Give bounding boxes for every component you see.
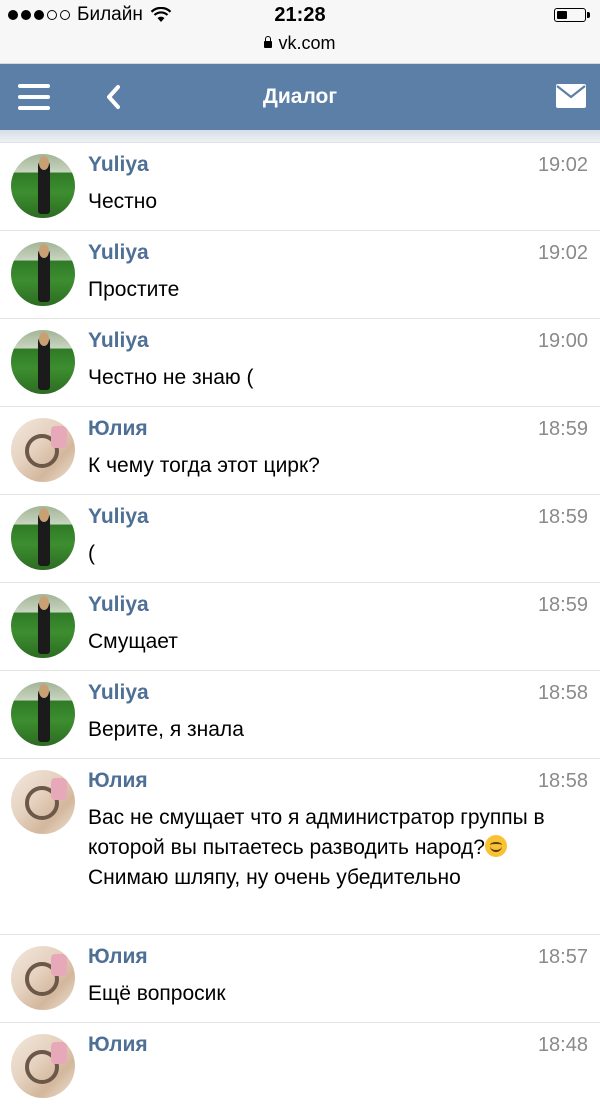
avatar[interactable] (11, 946, 75, 1010)
message-row[interactable]: Юлия 18:57 Ещё вопросик (0, 935, 600, 1023)
message-text: Простите (88, 278, 180, 301)
page-title: Диалог (262, 85, 338, 108)
message-text: Честно не знаю ( (88, 366, 254, 389)
message-text: Вас не смущает что я администратор групп… (88, 759, 580, 893)
avatar[interactable] (11, 1034, 75, 1098)
battery-icon (554, 8, 590, 22)
message-list: Yuliya 19:02 Честно Yuliya 19:02 Простит… (0, 143, 600, 1111)
message-row[interactable]: Yuliya 19:02 Честно (0, 143, 600, 231)
lock-icon (264, 36, 273, 48)
message-row[interactable]: Yuliya 19:00 Честно не знаю ( (0, 319, 600, 407)
avatar[interactable] (11, 682, 75, 746)
message-text-part: Снимаю шляпу, ну очень убедительно (88, 866, 461, 889)
clock: 21:28 (274, 4, 326, 26)
smiling-face-emoji (484, 835, 507, 857)
author-name[interactable]: Юлия (88, 1033, 148, 1057)
message-text: ( (88, 542, 95, 565)
message-row[interactable]: Юлия 18:58 Вас не смущает что я админист… (0, 759, 600, 935)
message-row[interactable]: Yuliya 19:02 Простите (0, 231, 600, 319)
avatar[interactable] (11, 418, 75, 482)
message-text: Смущает (88, 630, 178, 653)
message-row[interactable]: Yuliya 18:59 Смущает (0, 583, 600, 671)
status-bar: Билайн 21:28 vk.com (0, 0, 600, 64)
message-text: Честно (88, 190, 158, 213)
envelope-icon[interactable] (556, 84, 586, 108)
message-text: Верите, я знала (88, 718, 244, 741)
message-time: 18:48 (537, 1034, 588, 1056)
message-text-part: Вас не смущает что я администратор групп… (88, 806, 545, 859)
app-header: Диалог (0, 64, 600, 130)
message-row[interactable]: Yuliya 18:59 ( (0, 495, 600, 583)
message-text: К чему тогда этот цирк? (88, 454, 320, 477)
avatar[interactable] (11, 506, 75, 570)
address-bar[interactable]: vk.com (0, 33, 600, 54)
message-row[interactable]: Yuliya 18:58 Верите, я знала (0, 671, 600, 759)
message-row[interactable]: Юлия 18:48 (0, 1023, 600, 1111)
avatar[interactable] (11, 330, 75, 394)
avatar[interactable] (11, 154, 75, 218)
avatar[interactable] (11, 594, 75, 658)
header-divider (0, 130, 600, 143)
avatar[interactable] (11, 242, 75, 306)
url-text: vk.com (278, 33, 336, 53)
message-text: Ещё вопросик (88, 982, 226, 1005)
avatar[interactable] (11, 770, 75, 834)
message-row[interactable]: Юлия 18:59 К чему тогда этот цирк? (0, 407, 600, 495)
